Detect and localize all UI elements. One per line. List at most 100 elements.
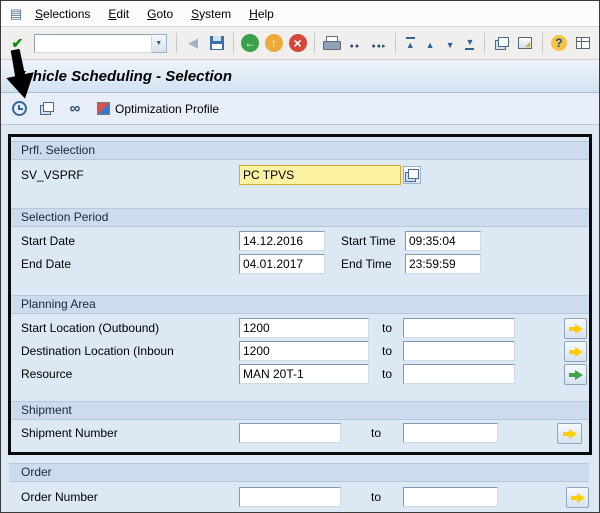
optimization-profile-button[interactable]: Optimization Profile (91, 100, 225, 118)
menu-edit[interactable]: Edit (100, 5, 137, 23)
sv-vsprf-input[interactable] (239, 165, 401, 185)
customize-layout-icon (576, 37, 590, 49)
system-menu-icon[interactable] (7, 5, 25, 23)
to-label: to (371, 490, 381, 504)
end-date-input[interactable] (239, 254, 325, 274)
order-number-label: Order Number (21, 490, 98, 504)
last-page-button[interactable] (460, 33, 479, 53)
section-header-prfl-selection: Prfl. Selection (9, 141, 589, 160)
sap-window: Selections Edit Goto System Help (0, 0, 600, 513)
new-session-button[interactable] (490, 31, 513, 55)
order-number-input[interactable] (239, 487, 341, 507)
back-icon (188, 35, 198, 51)
section-header-shipment: Shipment (9, 401, 589, 420)
start-date-label: Start Date (21, 234, 75, 248)
to-label: to (371, 426, 381, 440)
navigate-back-button[interactable] (239, 31, 262, 55)
toolbar-separator (542, 33, 543, 53)
print-button[interactable] (320, 31, 343, 55)
multiple-selection-active-arrow-icon (569, 370, 583, 380)
destination-location-to-input[interactable] (403, 341, 515, 361)
end-time-input[interactable] (405, 254, 481, 274)
first-page-icon (406, 37, 415, 50)
form-row: End Date End Time (1, 254, 599, 275)
resource-multiple-selection-button[interactable] (564, 364, 587, 385)
help-button[interactable] (548, 31, 571, 55)
page-title: Vehicle Scheduling - Selection (15, 68, 232, 85)
form-row: Resource to (1, 364, 599, 385)
command-input[interactable] (34, 34, 152, 53)
find-next-button[interactable] (367, 31, 390, 55)
execute-clock-icon (12, 101, 27, 116)
form-row: Order Number to (1, 487, 599, 508)
shipment-multiple-selection-button[interactable] (557, 423, 582, 444)
resource-input[interactable] (239, 364, 369, 384)
exit-button[interactable] (263, 31, 286, 55)
menu-goto[interactable]: Goto (139, 5, 181, 23)
exit-icon (265, 34, 283, 52)
next-page-icon (446, 36, 455, 51)
to-label: to (382, 321, 392, 335)
multiple-selection-arrow-icon (563, 429, 577, 439)
multiple-selection-arrow-icon (569, 324, 583, 334)
cancel-button[interactable] (286, 31, 309, 55)
section-header-order: Order (9, 463, 589, 482)
shipment-number-to-input[interactable] (403, 423, 498, 443)
start-date-input[interactable] (239, 231, 325, 251)
standard-toolbar (1, 27, 599, 60)
order-multiple-selection-button[interactable] (566, 487, 589, 508)
start-time-input[interactable] (405, 231, 481, 251)
save-button[interactable] (205, 31, 228, 55)
start-location-input[interactable] (239, 318, 369, 338)
optimization-profile-icon (97, 102, 110, 115)
menu-help[interactable]: Help (241, 5, 282, 23)
to-label: to (382, 367, 392, 381)
order-number-to-input[interactable] (403, 487, 498, 507)
toolbar-separator (484, 33, 485, 53)
selection-options-button[interactable] (63, 97, 87, 121)
next-page-button[interactable] (441, 33, 460, 53)
toolbar-separator (395, 33, 396, 53)
menu-selections[interactable]: Selections (27, 5, 98, 23)
multiple-selection-arrow-icon (569, 347, 583, 357)
find-icon (350, 36, 360, 51)
resource-to-input[interactable] (403, 364, 515, 384)
matchcode-button[interactable] (403, 166, 421, 184)
selection-options-icon (70, 100, 81, 117)
first-page-button[interactable] (401, 33, 420, 53)
destination-location-multiple-selection-button[interactable] (564, 341, 587, 362)
last-page-icon (465, 37, 474, 50)
sv-vsprf-label: SV_VSPRF (21, 168, 84, 182)
section-header-planning-area: Planning Area (9, 295, 589, 314)
start-time-label: Start Time (341, 234, 396, 248)
annotation-arrow (1, 49, 41, 101)
start-location-multiple-selection-button[interactable] (564, 318, 587, 339)
back-button[interactable] (182, 31, 205, 55)
start-location-label: Start Location (Outbound) (21, 321, 159, 335)
form-row: Start Location (Outbound) to (1, 318, 599, 339)
section-header-selection-period: Selection Period (9, 208, 589, 227)
find-next-icon (372, 36, 386, 51)
command-dropdown-icon[interactable] (152, 34, 167, 53)
form-row: Shipment Number to (1, 423, 599, 444)
destination-location-label: Destination Location (Inboun (21, 344, 174, 358)
end-date-label: End Date (21, 257, 71, 271)
previous-page-button[interactable] (421, 33, 440, 53)
menu-system[interactable]: System (183, 5, 239, 23)
previous-page-icon (426, 36, 435, 51)
shipment-number-input[interactable] (239, 423, 341, 443)
form-row: Destination Location (Inboun to (1, 341, 599, 362)
find-button[interactable] (344, 31, 367, 55)
start-location-to-input[interactable] (403, 318, 515, 338)
form-row: SV_VSPRF (1, 165, 599, 186)
get-variant-icon (40, 102, 54, 115)
new-session-icon (495, 37, 509, 50)
matchcode-icon (405, 169, 419, 182)
print-icon (323, 36, 339, 50)
title-bar: Vehicle Scheduling - Selection (1, 60, 599, 93)
destination-location-input[interactable] (239, 341, 369, 361)
cancel-icon (289, 34, 307, 52)
customize-layout-button[interactable] (571, 31, 594, 55)
help-icon (551, 35, 567, 51)
create-shortcut-button[interactable] (514, 31, 537, 55)
